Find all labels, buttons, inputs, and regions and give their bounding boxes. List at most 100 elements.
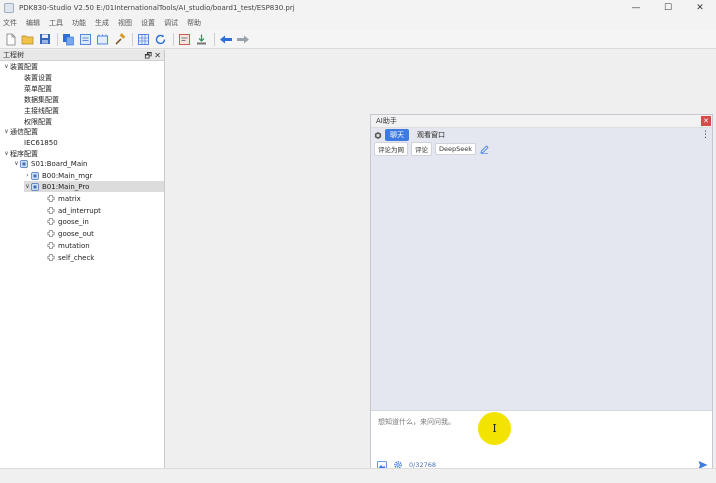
tree-node-label: 数据集配置 <box>24 95 59 104</box>
tree-node-label: B00:Main_mgr <box>42 171 93 180</box>
tree-node-label: self_check <box>58 253 95 262</box>
toolbar-separator <box>214 32 215 46</box>
tree-node-label: mutation <box>58 241 90 250</box>
chip-comment[interactable]: 评论 <box>411 142 432 156</box>
tree-node-ad-interrupt[interactable]: ad_interrupt <box>47 205 164 216</box>
toolbar-separator <box>57 32 58 46</box>
ai-panel-titlebar: AI助手 ✕ <box>371 115 712 128</box>
menu-settings[interactable]: 设置 <box>141 18 155 28</box>
toolbar-separator <box>173 32 174 46</box>
copy-icon[interactable] <box>61 32 76 47</box>
chip-comment-web[interactable]: 评论为网 <box>374 142 408 156</box>
tab-chat[interactable]: 聊天 <box>385 129 409 141</box>
tree-node-label: 装置设置 <box>24 73 52 82</box>
tree-node-label: goose_in <box>58 217 89 226</box>
menu-debug[interactable]: 调试 <box>164 18 178 28</box>
tree-node-label: S01:Board_Main <box>31 159 88 168</box>
chip-model-deepseek[interactable]: DeepSeek <box>435 143 477 155</box>
chat-message-area <box>371 155 712 410</box>
hammer-icon[interactable] <box>112 32 127 47</box>
tree-node-label: matrix <box>58 194 81 203</box>
close-button[interactable]: ✕ <box>684 0 716 16</box>
check-icon[interactable] <box>177 32 192 47</box>
board-icon <box>20 159 28 168</box>
menu-function[interactable]: 功能 <box>72 18 86 28</box>
tree-node-goose-out[interactable]: goose_out <box>47 228 164 239</box>
menu-file[interactable]: 文件 <box>3 18 17 28</box>
back-arrow-icon[interactable] <box>218 32 233 47</box>
menu-edit[interactable]: 编辑 <box>26 18 40 28</box>
tree-node-b00-main-mgr[interactable]: › B00:Main_mgr <box>24 170 164 181</box>
tree-node-device-config[interactable]: ∨ 装置配置 <box>3 61 164 72</box>
float-panel-icon[interactable]: 🗗 <box>144 50 152 61</box>
tree-node-self-check[interactable]: self_check <box>47 252 164 263</box>
ai-panel-title: AI助手 <box>376 117 397 125</box>
toolbar-separator <box>132 32 133 46</box>
module-icon <box>47 230 55 238</box>
open-folder-icon[interactable] <box>20 32 35 47</box>
minimize-button[interactable]: — <box>620 0 652 16</box>
tree-node-label: ad_interrupt <box>58 206 101 215</box>
status-bar <box>0 468 716 483</box>
tab-watch-window[interactable]: 观看窗口 <box>412 129 450 141</box>
more-options-icon[interactable]: ⋮ <box>701 129 710 141</box>
menu-bar: 文件 编辑 工具 功能 生成 视图 设置 调试 帮助 <box>0 16 716 30</box>
tree-node-label: 通信配置 <box>10 127 38 136</box>
save-icon[interactable] <box>37 32 52 47</box>
board-icon <box>31 182 39 191</box>
tree-node-label: goose_out <box>58 229 94 238</box>
chat-input-placeholder[interactable]: 想知道什么，来问问我。 <box>378 417 455 427</box>
tree-node-dataset-config[interactable]: 数据集配置 <box>24 94 164 105</box>
chevron-down-icon[interactable]: ∨ <box>3 150 10 157</box>
app-icon <box>4 3 14 13</box>
grid-icon[interactable] <box>136 32 151 47</box>
chat-input-box[interactable]: 想知道什么，来问问我。 0/32768 <box>371 410 712 475</box>
forward-arrow-icon[interactable] <box>235 32 250 47</box>
tree-node-goose-in[interactable]: goose_in <box>47 216 164 227</box>
chevron-down-icon[interactable]: ∨ <box>3 128 10 135</box>
tree-node-label: 主接线配置 <box>24 106 59 115</box>
close-panel-icon[interactable]: ✕ <box>154 50 161 61</box>
window-title: PDK830-Studio V2.50 E:/01InternationalTo… <box>19 4 295 12</box>
menu-tools[interactable]: 工具 <box>49 18 63 28</box>
chevron-down-icon[interactable]: ∨ <box>3 63 10 70</box>
chevron-right-icon[interactable]: › <box>24 172 31 179</box>
tree-node-mutation[interactable]: mutation <box>47 240 164 251</box>
module-icon <box>47 218 55 226</box>
module-icon <box>47 242 55 250</box>
text-cursor-icon: I <box>492 422 497 435</box>
config-icon[interactable] <box>78 32 93 47</box>
tree-node-wiring-config[interactable]: 主接线配置 <box>24 105 164 116</box>
maximize-button[interactable]: ☐ <box>652 0 684 16</box>
module-icon <box>47 207 55 215</box>
menu-help[interactable]: 帮助 <box>187 18 201 28</box>
refresh-icon[interactable] <box>153 32 168 47</box>
chevron-down-icon[interactable]: ∨ <box>24 183 31 190</box>
title-bar: PDK830-Studio V2.50 E:/01InternationalTo… <box>0 0 716 16</box>
tree-node-iec61850[interactable]: IEC61850 <box>24 137 164 148</box>
tree-node-label: 权限配置 <box>24 117 52 126</box>
tree-node-s01-board-main[interactable]: ∨ S01:Board_Main <box>13 158 164 169</box>
board-icon <box>31 171 39 180</box>
project-tree-panel: 工程树 🗗 ✕ ∨ 装置配置 装置设置 菜单配置 数据集配置 主接线配置 权限配… <box>0 50 165 468</box>
tree-node-comm-config[interactable]: ∨ 通信配置 <box>3 126 164 137</box>
tree-node-matrix[interactable]: matrix <box>47 193 164 204</box>
chevron-down-icon[interactable]: ∨ <box>13 160 20 167</box>
tree-node-b01-main-pro[interactable]: ∨ B01:Main_Pro <box>24 181 164 192</box>
tree-node-menu-config[interactable]: 菜单配置 <box>24 83 164 94</box>
build-icon[interactable] <box>95 32 110 47</box>
tree-node-device-settings[interactable]: 装置设置 <box>24 72 164 83</box>
download-icon[interactable] <box>194 32 209 47</box>
ai-close-button[interactable]: ✕ <box>701 116 711 126</box>
tree-node-label: IEC61850 <box>24 138 58 147</box>
new-file-icon[interactable] <box>3 32 18 47</box>
mouse-cursor-highlight: I <box>478 412 511 445</box>
module-icon <box>47 254 55 262</box>
ai-assistant-panel: AI助手 ✕ 聊天 观看窗口 ⋮ 评论为网 评论 DeepSeek 想知道什么，… <box>370 114 713 476</box>
ai-tab-bar: 聊天 观看窗口 ⋮ <box>374 129 712 141</box>
menu-generate[interactable]: 生成 <box>95 18 109 28</box>
tree-node-label: 装置配置 <box>10 62 38 71</box>
menu-view[interactable]: 视图 <box>118 18 132 28</box>
tree-node-label: 菜单配置 <box>24 84 52 93</box>
edit-pencil-icon[interactable] <box>479 144 489 154</box>
